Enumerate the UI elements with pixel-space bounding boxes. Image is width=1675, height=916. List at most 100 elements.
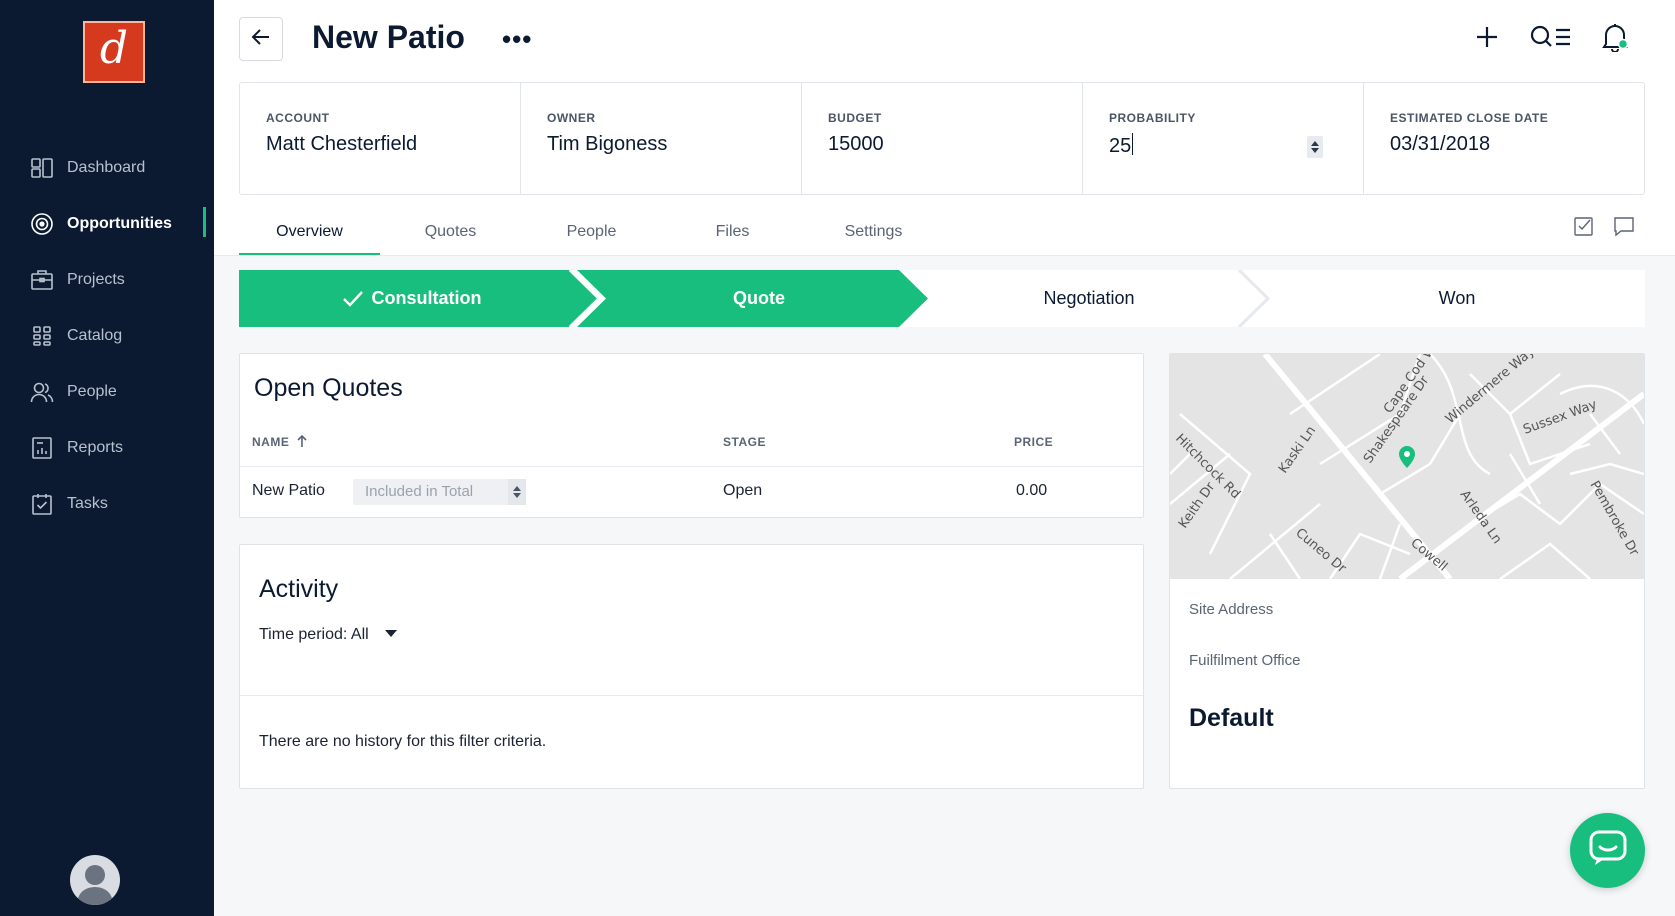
empty-state-message: There are no history for this filter cri… [259,733,547,750]
target-icon [30,212,54,236]
quote-price: 0.00 [1016,482,1048,499]
probability-field[interactable]: PROBABILITY 25 [1083,83,1364,194]
tab-bar: Overview Quotes People Files Settings [239,210,944,256]
stage-won[interactable]: Won [1269,270,1645,327]
reports-icon [30,436,54,460]
fulfilment-office-label: Fuilfilment Office [1189,652,1301,669]
stage-label: Consultation [371,288,482,308]
site-map[interactable]: Cape Cod Way Windermere Way Sussex Way H… [1170,354,1644,579]
activity-title: Activity [259,575,339,603]
total-inclusion-value: Included in Total [365,483,474,500]
people-icon [30,380,54,404]
site-address-label: Site Address [1189,601,1274,618]
time-period-value: All [350,626,369,643]
site-card: Cape Cod Way Windermere Way Sussex Way H… [1169,353,1645,789]
sidebar-item-dashboard[interactable]: Dashboard [0,140,214,196]
time-period-label: Time period: [259,626,348,643]
stage-label: Negotiation [1043,288,1135,308]
field-label: ACCOUNT [266,111,330,125]
stage-negotiation[interactable]: Negotiation [929,270,1249,327]
tab-overview[interactable]: Overview [239,210,380,256]
stage-label: Quote [733,288,785,308]
fulfilment-office-value: Default [1189,704,1274,732]
account-field[interactable]: ACCOUNT Matt Chesterfield [240,83,521,194]
probability-input[interactable]: 25 [1109,133,1337,158]
tab-people[interactable]: People [521,210,662,256]
probability-value: 25 [1109,135,1132,157]
field-label: ESTIMATED CLOSE DATE [1390,111,1549,125]
tab-settings[interactable]: Settings [803,210,944,256]
sort-arrow-up-icon [297,434,307,450]
account-value: Matt Chesterfield [266,133,418,155]
sidebar-item-label: Opportunities [67,215,172,232]
text-caret [1132,133,1134,155]
owner-value: Tim Bigoness [547,133,668,155]
close-date-field[interactable]: ESTIMATED CLOSE DATE 03/31/2018 [1364,83,1644,194]
header-actions [1467,20,1635,58]
sidebar-item-opportunities[interactable]: Opportunities [0,196,214,252]
page-header: New Patio ••• ACCOUNT Matt Chesterfield … [214,0,1675,256]
chat-icon [1589,830,1627,871]
add-button[interactable] [1467,20,1507,58]
owner-field[interactable]: OWNER Tim Bigoness [521,83,802,194]
back-button[interactable] [239,17,283,61]
close-date-value: 03/31/2018 [1390,133,1491,155]
sidebar-item-catalog[interactable]: Catalog [0,308,214,364]
chat-launcher-button[interactable] [1570,813,1645,888]
sidebar-item-reports[interactable]: Reports [0,420,214,476]
sidebar-item-people[interactable]: People [0,364,214,420]
caret-down-icon [385,630,398,637]
opportunity-summary: ACCOUNT Matt Chesterfield OWNER Tim Bigo… [239,82,1645,195]
budget-field[interactable]: BUDGET 15000 [802,83,1083,194]
avatar[interactable] [70,855,120,905]
column-header-name[interactable]: NAME [252,434,307,450]
activity-card: Activity Time period: All There are no h… [239,544,1144,789]
sidebar-item-projects[interactable]: Projects [0,252,214,308]
field-label: BUDGET [828,111,882,125]
table-divider [240,466,1143,467]
open-quotes-title: Open Quotes [254,374,403,402]
stepper-up-icon[interactable] [1311,141,1319,146]
time-period-dropdown[interactable]: Time period: All [259,626,398,644]
quote-name[interactable]: New Patio [252,482,325,500]
arrow-left-icon [250,26,272,53]
logo-letter: d [99,23,129,74]
stepper-down-icon[interactable] [1311,148,1319,153]
sidebar-item-tasks[interactable]: Tasks [0,476,214,532]
sidebar-item-label: Dashboard [67,159,146,176]
sidebar-item-label: Catalog [67,327,123,344]
stage-label: Won [1438,288,1476,308]
budget-value: 15000 [828,133,884,155]
plus-icon [1475,25,1499,54]
stage-quote[interactable]: Quote [594,270,924,327]
probability-stepper[interactable] [1307,136,1323,158]
bell-icon [1601,22,1629,57]
tab-quotes[interactable]: Quotes [380,210,521,256]
comment-icon[interactable] [1613,215,1635,237]
sidebar-item-label: People [67,383,117,400]
main-content: New Patio ••• ACCOUNT Matt Chesterfield … [214,0,1675,916]
field-label: PROBABILITY [1109,111,1196,125]
select-stepper-icon [508,479,526,505]
sidebar-nav: Dashboard Opportunities Projects Catalog… [0,140,214,532]
more-options-button[interactable]: ••• [502,24,532,55]
tab-tools [1573,215,1635,237]
column-header-stage[interactable]: STAGE [723,435,766,449]
quote-stage: Open [723,482,763,499]
open-quotes-card: Open Quotes NAME STAGE PRICE New Patio I… [239,353,1144,518]
check-icon [342,290,364,308]
field-label: OWNER [547,111,596,125]
checklist-icon[interactable] [1573,215,1595,237]
tab-files[interactable]: Files [662,210,803,256]
briefcase-icon [30,268,54,292]
activity-divider [240,695,1143,696]
stage-consultation[interactable]: Consultation [239,270,584,327]
search-button[interactable] [1530,20,1572,58]
total-inclusion-select[interactable]: Included in Total [353,479,526,505]
notifications-button[interactable] [1595,20,1635,58]
column-header-price[interactable]: PRICE [1014,435,1053,449]
page-title: New Patio [312,19,465,55]
app-logo[interactable]: d [83,21,145,83]
sidebar-item-label: Reports [67,439,124,456]
search-list-icon [1530,25,1572,54]
